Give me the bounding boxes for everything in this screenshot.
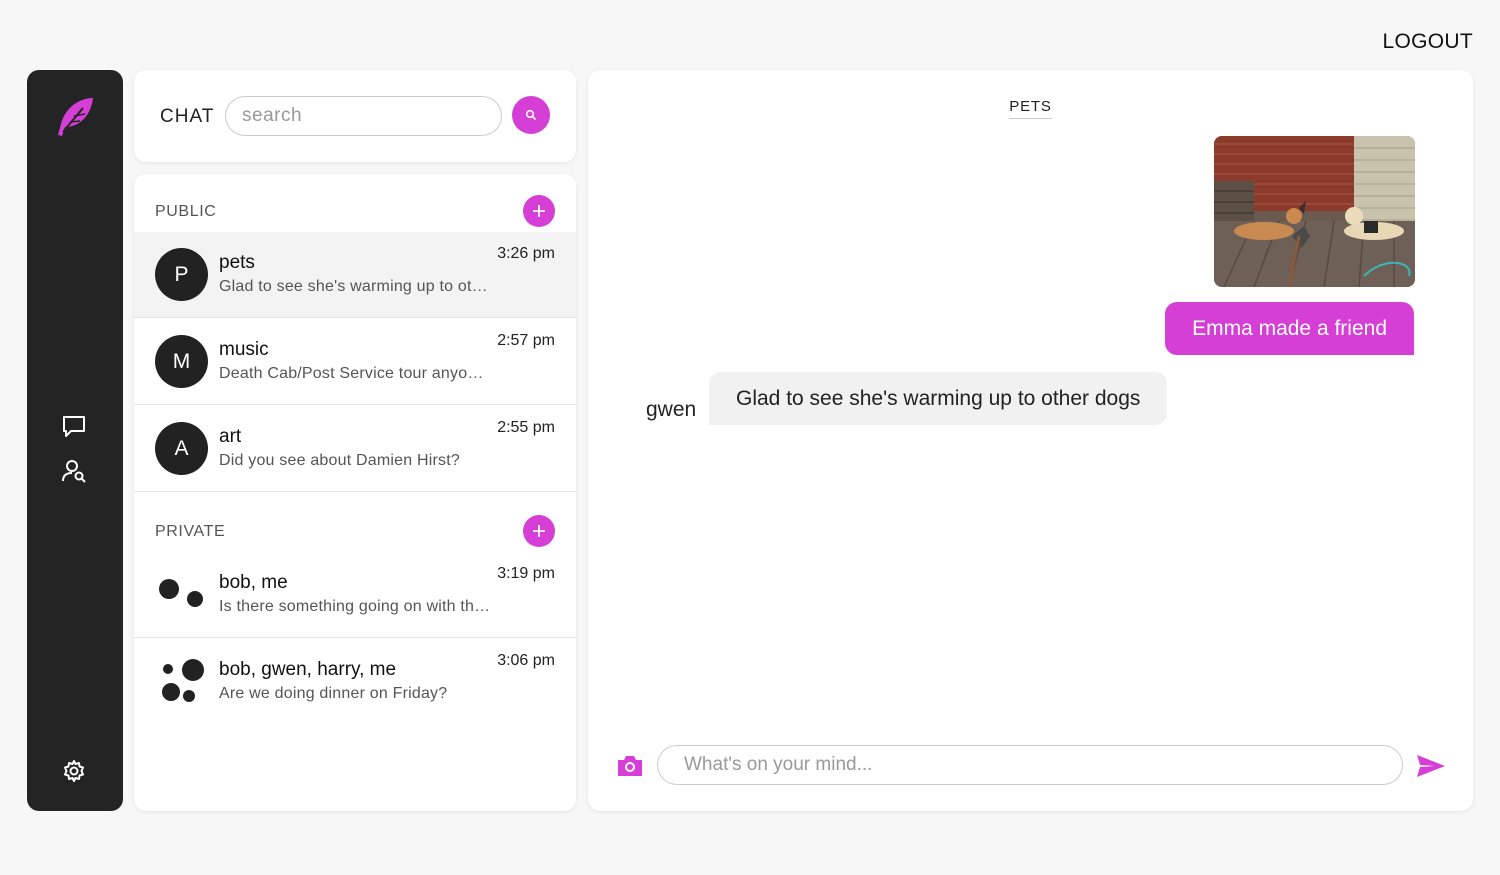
chat-bubble-icon[interactable]: [59, 411, 89, 441]
avatar: M: [155, 335, 208, 388]
room-preview: Did you see about Damien Hirst?: [219, 452, 460, 469]
room-time: 2:55 pm: [497, 419, 555, 436]
message-input[interactable]: [657, 745, 1403, 785]
search-icon: [525, 109, 537, 121]
room-preview: Glad to see she's warming up to other do…: [219, 278, 491, 295]
message-bubble-incoming: Glad to see she's warming up to other do…: [709, 372, 1168, 425]
room-name: bob, gwen, harry, me: [219, 659, 397, 680]
chat-label: CHAT: [160, 106, 215, 127]
room-list: PUBLIC P pets Glad to see she's warming …: [134, 174, 576, 811]
room-row-bob-me[interactable]: bob, me Is there something going on with…: [134, 552, 576, 638]
add-public-room-button[interactable]: [523, 195, 555, 227]
room-time: 3:26 pm: [497, 245, 555, 262]
room-time: 2:57 pm: [497, 332, 555, 349]
public-heading: PUBLIC: [155, 203, 217, 220]
room-row-music[interactable]: M music Death Cab/Post Service tour anyo…: [134, 319, 576, 405]
message-bubble-outgoing: Emma made a friend: [1165, 302, 1414, 355]
conversation-panel: PETS Emma made a friend gwen Glad to see…: [588, 70, 1473, 811]
room-time: 3:19 pm: [497, 565, 555, 582]
room-preview: Death Cab/Post Service tour anyone?: [219, 365, 491, 382]
camera-icon[interactable]: [615, 751, 645, 781]
add-private-room-button[interactable]: [523, 515, 555, 547]
logout-button[interactable]: LOGOUT: [1383, 30, 1473, 54]
room-row-group[interactable]: bob, gwen, harry, me Are we doing dinner…: [134, 639, 576, 725]
room-row-art[interactable]: A art Did you see about Damien Hirst? 2:…: [134, 406, 576, 492]
message-photo[interactable]: [1214, 136, 1415, 287]
group-avatar-icon: [155, 655, 208, 708]
room-name: music: [219, 339, 269, 360]
room-name: bob, me: [219, 572, 288, 593]
plus-icon: [533, 525, 545, 537]
room-row-pets[interactable]: P pets Glad to see she's warming up to o…: [134, 232, 576, 318]
gear-icon[interactable]: [59, 756, 89, 786]
chat-search-card: CHAT: [134, 70, 576, 162]
group-avatar-icon: [155, 568, 208, 621]
room-preview: Are we doing dinner on Friday?: [219, 685, 448, 702]
user-search-icon[interactable]: [59, 456, 89, 486]
search-input[interactable]: [225, 96, 502, 136]
room-time: 3:06 pm: [497, 652, 555, 669]
plus-icon: [533, 205, 545, 217]
avatar: A: [155, 422, 208, 475]
room-preview: Is there something going on with the ser…: [219, 598, 491, 615]
message-sender: gwen: [646, 398, 697, 421]
avatar: P: [155, 248, 208, 301]
private-heading: PRIVATE: [155, 523, 226, 540]
search-button[interactable]: [512, 96, 550, 134]
nav-rail: [27, 70, 123, 811]
feather-logo-icon: [53, 94, 99, 140]
send-icon[interactable]: [1415, 750, 1447, 782]
room-name: art: [219, 426, 242, 447]
room-name: pets: [219, 252, 255, 273]
conversation-title: PETS: [1009, 98, 1052, 119]
